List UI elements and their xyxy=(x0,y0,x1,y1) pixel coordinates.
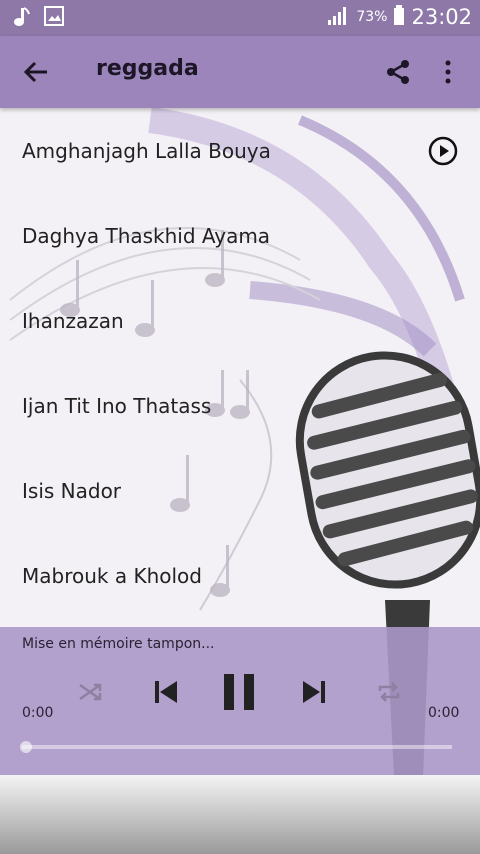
track-row[interactable]: Ijan Tit Ino Thatass xyxy=(0,363,480,448)
battery-icon xyxy=(393,4,405,30)
play-circle-icon[interactable] xyxy=(428,136,458,166)
battery-percent: 73% xyxy=(356,9,388,25)
share-button[interactable] xyxy=(382,56,414,88)
repeat-button[interactable] xyxy=(374,677,404,707)
back-button[interactable] xyxy=(20,56,52,88)
shuffle-button[interactable] xyxy=(76,677,106,707)
clock: 23:02 xyxy=(411,5,472,29)
page-title: reggada xyxy=(96,56,199,81)
status-bar: 73% 23:02 xyxy=(0,0,480,36)
shuffle-icon xyxy=(79,683,102,701)
track-row[interactable]: Mabrouk a Kholod xyxy=(0,533,480,618)
pause-icon xyxy=(224,674,254,710)
track-row[interactable]: Ihanzazan xyxy=(0,278,480,363)
skip-previous-icon xyxy=(155,681,177,703)
more-options-button[interactable] xyxy=(432,56,464,88)
track-list: Amghanjagh Lalla Bouya Daghya Thaskhid A… xyxy=(0,108,480,618)
previous-button[interactable] xyxy=(148,675,182,709)
app-toolbar: reggada xyxy=(0,36,480,108)
repeat-icon xyxy=(378,682,400,702)
track-row[interactable]: Daghya Thaskhid Ayama xyxy=(0,193,480,278)
track-title: Amghanjagh Lalla Bouya xyxy=(22,138,271,163)
track-row[interactable]: Amghanjagh Lalla Bouya xyxy=(0,108,480,193)
next-button[interactable] xyxy=(298,675,332,709)
current-time: 0:00 xyxy=(22,705,54,721)
seek-bar[interactable] xyxy=(22,745,452,749)
bottom-artwork-strip xyxy=(0,775,480,854)
music-note-icon xyxy=(12,6,30,32)
track-title: Ihanzazan xyxy=(22,308,124,333)
more-vert-icon xyxy=(445,60,451,84)
track-title: Ijan Tit Ino Thatass xyxy=(22,393,212,418)
buffering-status: Mise en mémoire tampon... xyxy=(22,636,215,652)
signal-icon xyxy=(326,4,350,30)
pause-button[interactable] xyxy=(216,671,262,713)
track-title: Isis Nador xyxy=(22,478,122,503)
skip-next-icon xyxy=(303,681,325,703)
media-player: Mise en mémoire tampon... 0:00 0:00 xyxy=(0,627,480,775)
share-icon xyxy=(387,60,409,84)
track-title: Daghya Thaskhid Ayama xyxy=(22,223,271,248)
track-title: Mabrouk a Kholod xyxy=(22,563,202,588)
arrow-back-icon xyxy=(23,61,47,83)
seek-thumb[interactable] xyxy=(20,741,32,753)
image-icon xyxy=(44,6,64,32)
track-row[interactable]: Isis Nador xyxy=(0,448,480,533)
total-time: 0:00 xyxy=(428,705,460,721)
